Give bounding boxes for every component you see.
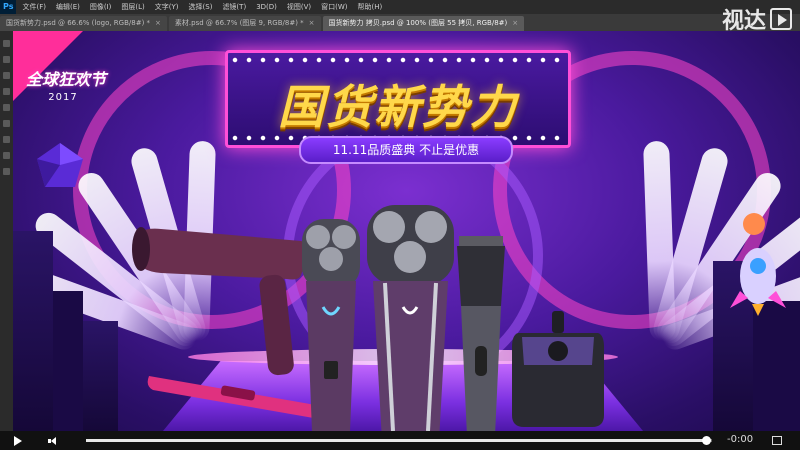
subtitle-pill: 11.11品质盛典 不止是优惠 — [299, 136, 513, 164]
event-badge: 全球狂欢节 2017 — [26, 66, 107, 116]
lasso-tool-icon[interactable] — [3, 72, 10, 79]
seek-handle[interactable] — [701, 436, 711, 445]
brush-tool-icon[interactable] — [3, 104, 10, 111]
city-building — [753, 301, 800, 431]
city-building — [53, 291, 83, 431]
close-icon[interactable]: × — [155, 19, 161, 27]
menu-item-file[interactable]: 文件(F) — [22, 2, 46, 12]
planet-icon — [743, 213, 765, 235]
zoom-tool-icon[interactable] — [3, 168, 10, 175]
menu-item-select[interactable]: 选择(S) — [189, 2, 213, 12]
photoshop-logo: Ps — [0, 0, 17, 14]
play-icon[interactable] — [14, 435, 22, 446]
tools-panel — [0, 31, 13, 431]
menu-item-edit[interactable]: 编辑(E) — [56, 2, 80, 12]
eraser-tool-icon[interactable] — [3, 120, 10, 127]
video-player-bar: -0:00 — [0, 431, 800, 450]
steamer-icon — [512, 311, 604, 427]
tab-label: 国货新势力 拷贝.psd @ 100% (图层 55 拷贝, RGB/8#) — [328, 19, 508, 27]
marquee-tool-icon[interactable] — [3, 56, 10, 63]
polyhedron-decoration — [37, 143, 83, 187]
tab-label: 素材.psd @ 66.7% (图层 9, RGB/8#) * — [174, 19, 304, 27]
fullscreen-icon[interactable] — [772, 436, 782, 445]
play-square-icon — [770, 8, 792, 30]
marquee-lights-top — [228, 57, 568, 63]
seek-slider[interactable] — [86, 436, 712, 445]
rocket-character-icon — [730, 248, 786, 316]
menu-item-layer[interactable]: 图层(L) — [121, 2, 144, 12]
headline-text: 国货新势力 — [278, 80, 518, 134]
menu-item-view[interactable]: 视图(V) — [287, 2, 311, 12]
tab-document-3[interactable]: 国货新势力 拷贝.psd @ 100% (图层 55 拷贝, RGB/8#) × — [322, 16, 525, 31]
shaver-icon — [302, 219, 360, 431]
tab-label: 国货新势力.psd @ 66.6% (logo, RGB/8#) * — [6, 19, 151, 27]
document-canvas[interactable]: 全球狂欢节 2017 国货新势力 11.11品质盛典 不止是优惠 — [13, 31, 800, 431]
city-building — [13, 231, 53, 431]
close-icon[interactable]: × — [309, 19, 315, 27]
move-tool-icon[interactable] — [3, 40, 10, 47]
menu-item-window[interactable]: 窗口(W) — [321, 2, 347, 12]
menu-item-image[interactable]: 图像(I) — [90, 2, 112, 12]
city-building — [83, 321, 118, 431]
text-tool-icon[interactable] — [3, 136, 10, 143]
headline-board: 国货新势力 — [225, 50, 571, 148]
time-remaining: -0:00 — [727, 434, 754, 445]
hair-dryer-icon — [132, 227, 308, 376]
document-tab-bar: 国货新势力.psd @ 66.6% (logo, RGB/8#) * × 素材.p… — [0, 14, 800, 31]
seek-progress — [86, 439, 706, 442]
menu-item-3d[interactable]: 3D(D) — [256, 3, 277, 11]
menu-item-type[interactable]: 文字(Y) — [155, 2, 179, 12]
tab-document-1[interactable]: 国货新势力.psd @ 66.6% (logo, RGB/8#) * × — [0, 16, 167, 31]
tab-document-2[interactable]: 素材.psd @ 66.7% (图层 9, RGB/8#) * × — [168, 16, 321, 31]
menu-item-help[interactable]: 帮助(H) — [358, 2, 383, 12]
volume-icon[interactable] — [48, 436, 57, 445]
close-icon[interactable]: × — [512, 19, 518, 27]
crop-tool-icon[interactable] — [3, 88, 10, 95]
badge-year: 2017 — [48, 92, 78, 103]
hair-clipper-icon — [457, 236, 505, 431]
hand-tool-icon[interactable] — [3, 152, 10, 159]
badge-title: 全球狂欢节 — [26, 70, 107, 89]
menu-bar: Ps 文件(F) 编辑(E) 图像(I) 图层(L) 文字(Y) 选择(S) 滤… — [0, 0, 800, 14]
menu-item-filter[interactable]: 滤镜(T) — [222, 2, 246, 12]
shaver-large-icon — [367, 205, 454, 431]
